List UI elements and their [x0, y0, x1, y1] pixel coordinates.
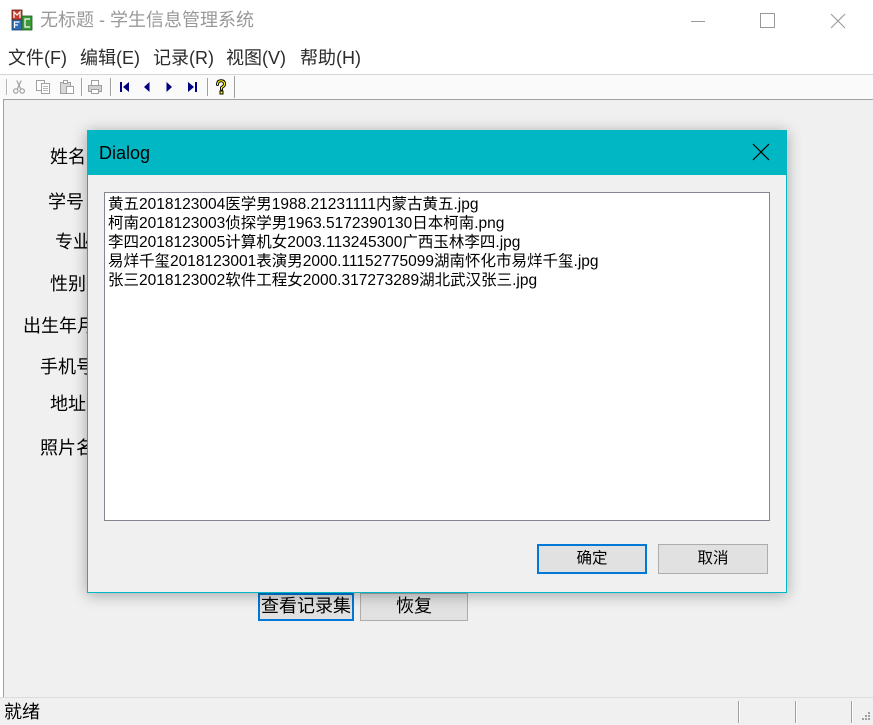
menu-record[interactable]: 记录(R)	[153, 46, 214, 70]
status-pane-divider	[851, 701, 852, 723]
toolbar-separator	[110, 78, 111, 96]
paste-icon	[60, 80, 74, 94]
status-bar: 就绪	[0, 697, 873, 725]
view-records-button[interactable]: 查看记录集	[258, 593, 354, 621]
last-record-icon	[188, 82, 197, 92]
cancel-button[interactable]: 取消	[658, 544, 768, 574]
label-major: 专业	[55, 232, 91, 253]
size-grip-icon	[862, 712, 870, 720]
status-text: 就绪	[4, 702, 40, 722]
mfc-app-icon[interactable]	[11, 9, 33, 31]
record-dialog: Dialog 黄五2018123004医学男1988.21231111内蒙古黄五…	[87, 130, 787, 593]
status-pane-divider	[795, 701, 796, 723]
next-record-icon	[166, 82, 172, 92]
minimize-icon	[691, 21, 705, 22]
first-record-icon	[120, 82, 129, 92]
menu-edit[interactable]: 编辑(E)	[80, 46, 140, 70]
dialog-title: Dialog	[99, 143, 151, 163]
cut-icon	[13, 80, 26, 94]
toolbar-grip[interactable]	[6, 79, 7, 95]
last-record-button[interactable]	[184, 79, 200, 95]
context-help-button[interactable]	[213, 79, 229, 95]
label-phone: 手机号	[40, 357, 94, 378]
copy-button[interactable]	[35, 79, 51, 95]
toolbar-separator	[207, 78, 208, 96]
dialog-close-button[interactable]	[716, 131, 786, 175]
label-student-id: 学号	[48, 192, 84, 213]
copy-icon	[36, 80, 50, 94]
menu-help[interactable]: 帮助(H)	[300, 46, 361, 70]
label-photo: 照片名	[40, 438, 94, 459]
restore-button[interactable]: 恢复	[360, 593, 468, 621]
list-item[interactable]: 易烊千玺2018123001表演男2000.11152775099湖南怀化市易烊…	[108, 252, 766, 271]
menu-bar: 文件(F) 编辑(E) 记录(R) 视图(V) 帮助(H)	[0, 42, 873, 75]
toolbar	[4, 76, 235, 98]
maximize-icon	[760, 13, 775, 28]
menu-view[interactable]: 视图(V)	[226, 46, 286, 70]
previous-record-button[interactable]	[139, 79, 155, 95]
label-birth: 出生年月	[23, 316, 95, 337]
record-listbox[interactable]: 黄五2018123004医学男1988.21231111内蒙古黄五.jpg 柯南…	[104, 192, 770, 521]
list-item[interactable]: 柯南2018123003侦探学男1963.5172390130日本柯南.png	[108, 214, 766, 233]
maximize-button[interactable]	[733, 0, 803, 42]
ok-button[interactable]: 确定	[537, 544, 647, 574]
label-address: 地址	[50, 394, 86, 415]
status-pane-divider	[738, 701, 739, 723]
list-item[interactable]: 张三2018123002软件工程女2000.317273289湖北武汉张三.jp…	[108, 271, 766, 290]
minimize-button[interactable]	[663, 0, 733, 42]
main-title-bar[interactable]: 无标题 - 学生信息管理系统	[0, 0, 873, 42]
cut-button[interactable]	[11, 79, 27, 95]
size-grip[interactable]	[857, 710, 871, 723]
list-item[interactable]: 李四2018123005计算机女2003.113245300广西玉林李四.jpg	[108, 233, 766, 252]
menu-file[interactable]: 文件(F)	[8, 46, 67, 70]
toolbar-separator	[81, 78, 82, 96]
next-record-button[interactable]	[161, 79, 177, 95]
context-help-icon	[216, 79, 226, 95]
close-icon	[830, 13, 846, 29]
close-icon	[752, 143, 770, 161]
dialog-title-bar[interactable]: Dialog	[88, 131, 786, 175]
label-gender: 性别	[50, 274, 86, 295]
list-item[interactable]: 黄五2018123004医学男1988.21231111内蒙古黄五.jpg	[108, 195, 766, 214]
print-button[interactable]	[87, 79, 103, 95]
previous-record-icon	[144, 82, 150, 92]
print-icon	[88, 80, 102, 94]
paste-button[interactable]	[59, 79, 75, 95]
first-record-button[interactable]	[117, 79, 133, 95]
window-title: 无标题 - 学生信息管理系统	[40, 10, 254, 30]
close-button[interactable]	[803, 0, 873, 42]
label-name: 姓名	[50, 147, 86, 168]
toolbar-row	[0, 75, 873, 99]
